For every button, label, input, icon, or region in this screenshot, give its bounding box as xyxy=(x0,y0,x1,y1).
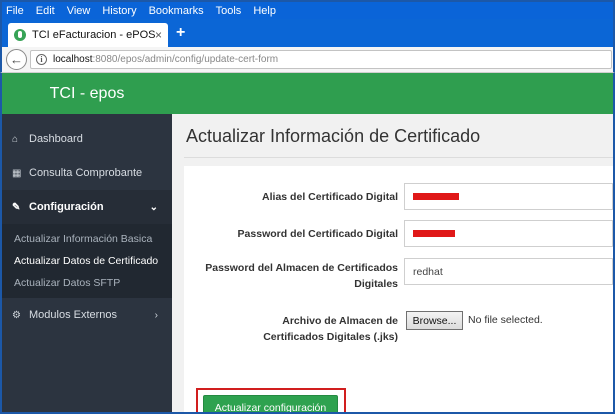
sidebar-item-dashboard[interactable]: ⌂ Dashboard xyxy=(2,122,172,156)
tab-close-icon[interactable]: × xyxy=(155,28,162,42)
cogs-icon: ⚙ xyxy=(12,309,21,321)
password-label: Password del Certificado Digital xyxy=(237,228,398,240)
browse-button[interactable]: Browse... xyxy=(406,311,463,330)
store-password-label: Password del Almacen de Certificados Dig… xyxy=(205,262,398,290)
page: TCI - epos ⌂ Dashboard ▦ Consulta Compro… xyxy=(0,73,615,414)
sidebar: TCI - epos ⌂ Dashboard ▦ Consulta Compro… xyxy=(2,73,172,412)
no-file-text: No file selected. xyxy=(468,314,543,326)
update-config-button[interactable]: Actualizar configuración xyxy=(203,395,338,412)
menu-view[interactable]: View xyxy=(67,5,91,17)
top-header-bar xyxy=(172,73,613,114)
sidebar-item-label: Modulos Externos xyxy=(29,309,118,321)
menu-bookmarks[interactable]: Bookmarks xyxy=(149,5,204,17)
configuracion-submenu: Actualizar Información Basica Actualizar… xyxy=(2,224,172,298)
browser-navbar: ← i localhost:8080/epos/admin/config/upd… xyxy=(0,47,615,73)
menu-history[interactable]: History xyxy=(102,5,136,17)
file-label: Archivo de Almacen de Certificados Digit… xyxy=(263,315,398,343)
new-tab-icon[interactable]: + xyxy=(176,24,185,42)
back-arrow-icon[interactable]: ← xyxy=(6,49,27,70)
browser-menubar: File Edit View History Bookmarks Tools H… xyxy=(0,0,615,19)
redacted-value xyxy=(413,230,455,237)
url-text: localhost:8080/epos/admin/config/update-… xyxy=(53,54,278,65)
sidebar-item-label: Consulta Comprobante xyxy=(29,167,143,179)
submenu-item-datos-sftp[interactable]: Actualizar Datos SFTP xyxy=(2,272,172,294)
submenu-item-datos-certificado[interactable]: Actualizar Datos de Certificado xyxy=(2,250,172,272)
sidebar-item-consulta-comprobante[interactable]: ▦ Consulta Comprobante xyxy=(2,156,172,190)
edit-icon: ✎ xyxy=(12,201,21,213)
url-host: localhost xyxy=(53,54,93,65)
sidebar-item-configuracion[interactable]: ✎ Configuración ⌄ xyxy=(2,190,172,224)
browser-tab[interactable]: TCI eFacturacion - ePOS × xyxy=(8,23,168,47)
menu-help[interactable]: Help xyxy=(253,5,276,17)
chevron-right-icon: › xyxy=(154,309,158,321)
tab-title: TCI eFacturacion - ePOS xyxy=(32,29,155,41)
alias-input[interactable] xyxy=(404,183,613,210)
alias-label: Alias del Certificado Digital xyxy=(262,191,398,203)
menu-edit[interactable]: Edit xyxy=(36,5,55,17)
url-path: :8080/epos/admin/config/update-cert-form xyxy=(92,54,279,65)
sidebar-item-label: Configuración xyxy=(29,201,104,213)
submenu-item-informacion-basica[interactable]: Actualizar Información Basica xyxy=(2,228,172,250)
menu-file[interactable]: File xyxy=(6,5,24,17)
page-title: Actualizar Información de Certificado xyxy=(186,126,481,146)
address-bar[interactable]: i localhost:8080/epos/admin/config/updat… xyxy=(30,50,612,69)
browser-tabbar: TCI eFacturacion - ePOS × + xyxy=(0,19,615,47)
favicon-icon xyxy=(14,29,26,41)
sidebar-item-label: Dashboard xyxy=(29,133,83,145)
info-icon[interactable]: i xyxy=(36,54,47,65)
store-password-input[interactable]: redhat xyxy=(404,258,613,285)
password-input[interactable] xyxy=(404,220,613,247)
chevron-down-icon: ⌄ xyxy=(149,201,158,213)
title-divider xyxy=(184,157,613,158)
form-card: Alias del Certificado Digital Password d… xyxy=(184,166,613,412)
home-icon: ⌂ xyxy=(12,133,19,145)
redacted-value xyxy=(413,193,459,200)
main-content: Actualizar Información de Certificado Al… xyxy=(172,114,613,412)
brand-title[interactable]: TCI - epos xyxy=(2,73,172,114)
sidebar-item-modulos-externos[interactable]: ⚙ Modulos Externos › xyxy=(2,298,172,332)
menu-tools[interactable]: Tools xyxy=(216,5,242,17)
calculator-icon: ▦ xyxy=(12,167,22,179)
